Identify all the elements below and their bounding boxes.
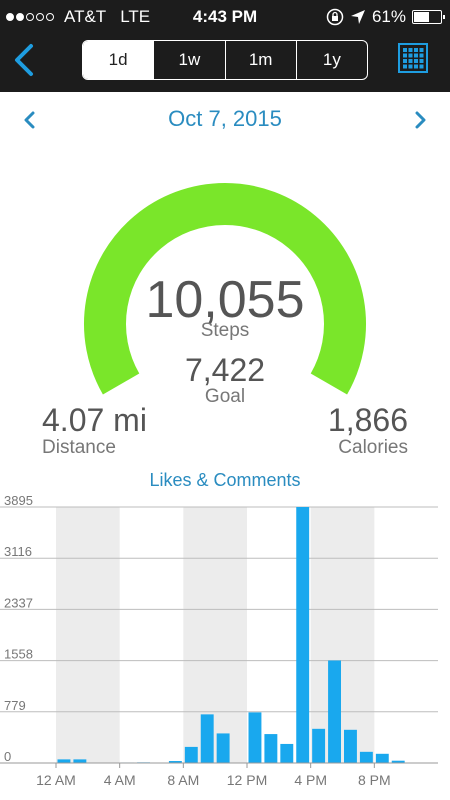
- date-navigation: Oct 7, 2015: [0, 96, 450, 144]
- y-tick-label: 0: [4, 749, 11, 764]
- back-button[interactable]: [6, 40, 42, 80]
- y-tick-label: 3116: [4, 544, 32, 559]
- range-segmented-control: 1d 1w 1m 1y: [82, 40, 368, 80]
- battery-fill: [414, 12, 430, 22]
- status-right: 61%: [326, 7, 445, 27]
- chart-title[interactable]: Likes & Comments: [0, 470, 450, 491]
- chart-bar: [344, 729, 357, 763]
- chart-bar: [359, 751, 373, 763]
- x-tick-label: 8 PM: [358, 772, 391, 788]
- location-arrow-icon: [350, 10, 365, 24]
- chart-bar: [280, 743, 294, 763]
- y-tick-label: 3895: [4, 495, 33, 508]
- distance-value: 4.07 mi: [42, 402, 147, 438]
- battery-icon: [412, 10, 445, 24]
- range-tab-1w[interactable]: 1w: [153, 41, 224, 79]
- chart-band: [183, 507, 247, 763]
- x-tick-label: 8 AM: [167, 772, 199, 788]
- chart-bar: [264, 734, 278, 763]
- range-tab-1y[interactable]: 1y: [295, 41, 367, 79]
- steps-label: Steps: [200, 320, 250, 341]
- x-tick-label: 4 PM: [294, 772, 327, 788]
- distance-label: Distance: [42, 437, 116, 458]
- rotation-lock-icon: [326, 8, 344, 26]
- chart-bar: [328, 660, 341, 763]
- chart-bar: [73, 759, 87, 763]
- chart-bar: [296, 507, 310, 763]
- likes-comments-chart: 0 779 1558 2337 3116 3895 12 AM 4 AM 8 AM 12 PM 4 …: [0, 495, 438, 788]
- y-tick-label: 779: [4, 698, 26, 713]
- chart-bar: [375, 753, 389, 763]
- x-tick-label: 12 AM: [36, 772, 76, 788]
- chart-bar: [248, 712, 262, 763]
- calendar-grid-icon: [398, 43, 428, 73]
- chart-bar: [216, 733, 230, 763]
- y-tick-label: 2337: [4, 595, 33, 610]
- chart-bar: [312, 728, 326, 763]
- calendar-grid-button[interactable]: [398, 43, 428, 73]
- goal-value: 7,422: [184, 352, 266, 388]
- battery-nub: [443, 15, 445, 19]
- chart-bar: [57, 759, 71, 763]
- next-day-button[interactable]: [408, 108, 432, 132]
- range-tab-1d[interactable]: 1d: [83, 41, 154, 79]
- calories-label: Calories: [338, 437, 408, 458]
- chart-band: [56, 507, 120, 763]
- current-date: Oct 7, 2015: [168, 106, 282, 131]
- chevron-right-icon: [415, 111, 426, 129]
- range-tab-1m[interactable]: 1m: [224, 41, 296, 79]
- x-tick-label: 4 AM: [104, 772, 136, 788]
- chart-band: [310, 507, 375, 763]
- chart-bar: [200, 714, 214, 763]
- x-tick-label: 12 PM: [227, 772, 267, 788]
- calories-value: 1,866: [327, 402, 408, 438]
- chevron-left-icon: [15, 44, 33, 76]
- chart-bar: [184, 746, 198, 763]
- y-tick-label: 1558: [4, 647, 33, 662]
- status-bar: AT&T LTE 4:43 PM 61%: [0, 0, 450, 34]
- battery-percent: 61%: [371, 7, 406, 26]
